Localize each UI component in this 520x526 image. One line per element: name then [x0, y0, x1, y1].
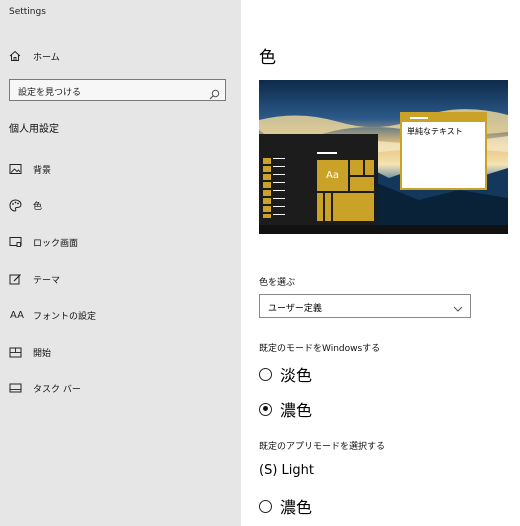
- app-title: Settings: [9, 7, 46, 17]
- windows-mode-dark-option[interactable]: 濃色: [259, 397, 312, 421]
- choose-color-value: ユーザー定義: [268, 304, 322, 314]
- section-title: 個人用設定: [9, 124, 59, 135]
- sidebar: Settings ホーム 設定を見つける 個人用設定 背景 色 ロック画面 テー…: [0, 0, 241, 526]
- preview-app-window: 単純なテキスト: [400, 112, 487, 190]
- choose-color-dropdown[interactable]: ユーザー定義: [259, 294, 471, 318]
- sidebar-item-home-label: ホーム: [33, 52, 60, 63]
- sidebar-item-taskbar[interactable]: タスク バー: [0, 374, 241, 402]
- radio-button-selected[interactable]: [259, 402, 272, 416]
- choose-color-label: 色を選ぶ: [259, 278, 296, 288]
- app-mode-label: 既定のアプリモードを選択する: [259, 442, 386, 452]
- app-mode-dark-option[interactable]: 濃色: [259, 494, 312, 518]
- chevron-down-icon: [452, 300, 464, 319]
- radio-label: 濃色: [280, 401, 313, 420]
- sidebar-item-label: 色: [33, 201, 43, 212]
- sidebar-item-background[interactable]: 背景: [0, 155, 241, 183]
- sidebar-item-label: 背景: [33, 165, 52, 176]
- radio-button[interactable]: [259, 367, 272, 381]
- home-icon: [8, 49, 22, 63]
- sidebar-item-start[interactable]: 開始: [0, 338, 241, 366]
- sidebar-item-label: タスク バー: [33, 384, 81, 395]
- palette-icon: [8, 198, 22, 212]
- page-title: 色: [259, 48, 276, 68]
- taskbar-icon: [8, 381, 22, 395]
- color-preview: Aa 単純なテキスト: [259, 80, 508, 234]
- sidebar-item-colors[interactable]: 色: [0, 191, 241, 219]
- sidebar-item-fonts[interactable]: AA フォントの設定: [0, 301, 241, 329]
- radio-button[interactable]: [259, 499, 272, 513]
- theme-brush-icon: [8, 272, 22, 286]
- lock-screen-icon: [8, 235, 22, 249]
- sidebar-item-home[interactable]: ホーム: [0, 42, 241, 70]
- preview-tile: Aa: [317, 160, 348, 191]
- radio-label: 濃色: [280, 498, 313, 517]
- sidebar-item-label: フォントの設定: [33, 311, 97, 322]
- sidebar-item-themes[interactable]: テーマ: [0, 265, 241, 293]
- app-mode-light-option[interactable]: (S) Light: [259, 463, 314, 478]
- windows-mode-label: 既定のモードをWindowsする: [259, 344, 381, 354]
- windows-mode-light-option[interactable]: 淡色: [259, 362, 312, 386]
- search-input[interactable]: 設定を見つける: [9, 79, 226, 101]
- sidebar-item-label: ロック画面: [33, 238, 79, 249]
- radio-label: 淡色: [280, 366, 313, 385]
- picture-icon: [8, 162, 22, 176]
- start-icon: [8, 345, 22, 359]
- sidebar-item-label: テーマ: [33, 275, 61, 286]
- sidebar-item-lock-screen[interactable]: ロック画面: [0, 228, 241, 256]
- preview-start-menu: Aa: [259, 134, 378, 225]
- fonts-icon: AA: [10, 309, 24, 321]
- search-icon: [209, 85, 220, 104]
- sidebar-item-label: 開始: [33, 348, 52, 359]
- preview-window-text: 単純なテキスト: [407, 127, 463, 136]
- search-placeholder: 設定を見つける: [18, 88, 82, 98]
